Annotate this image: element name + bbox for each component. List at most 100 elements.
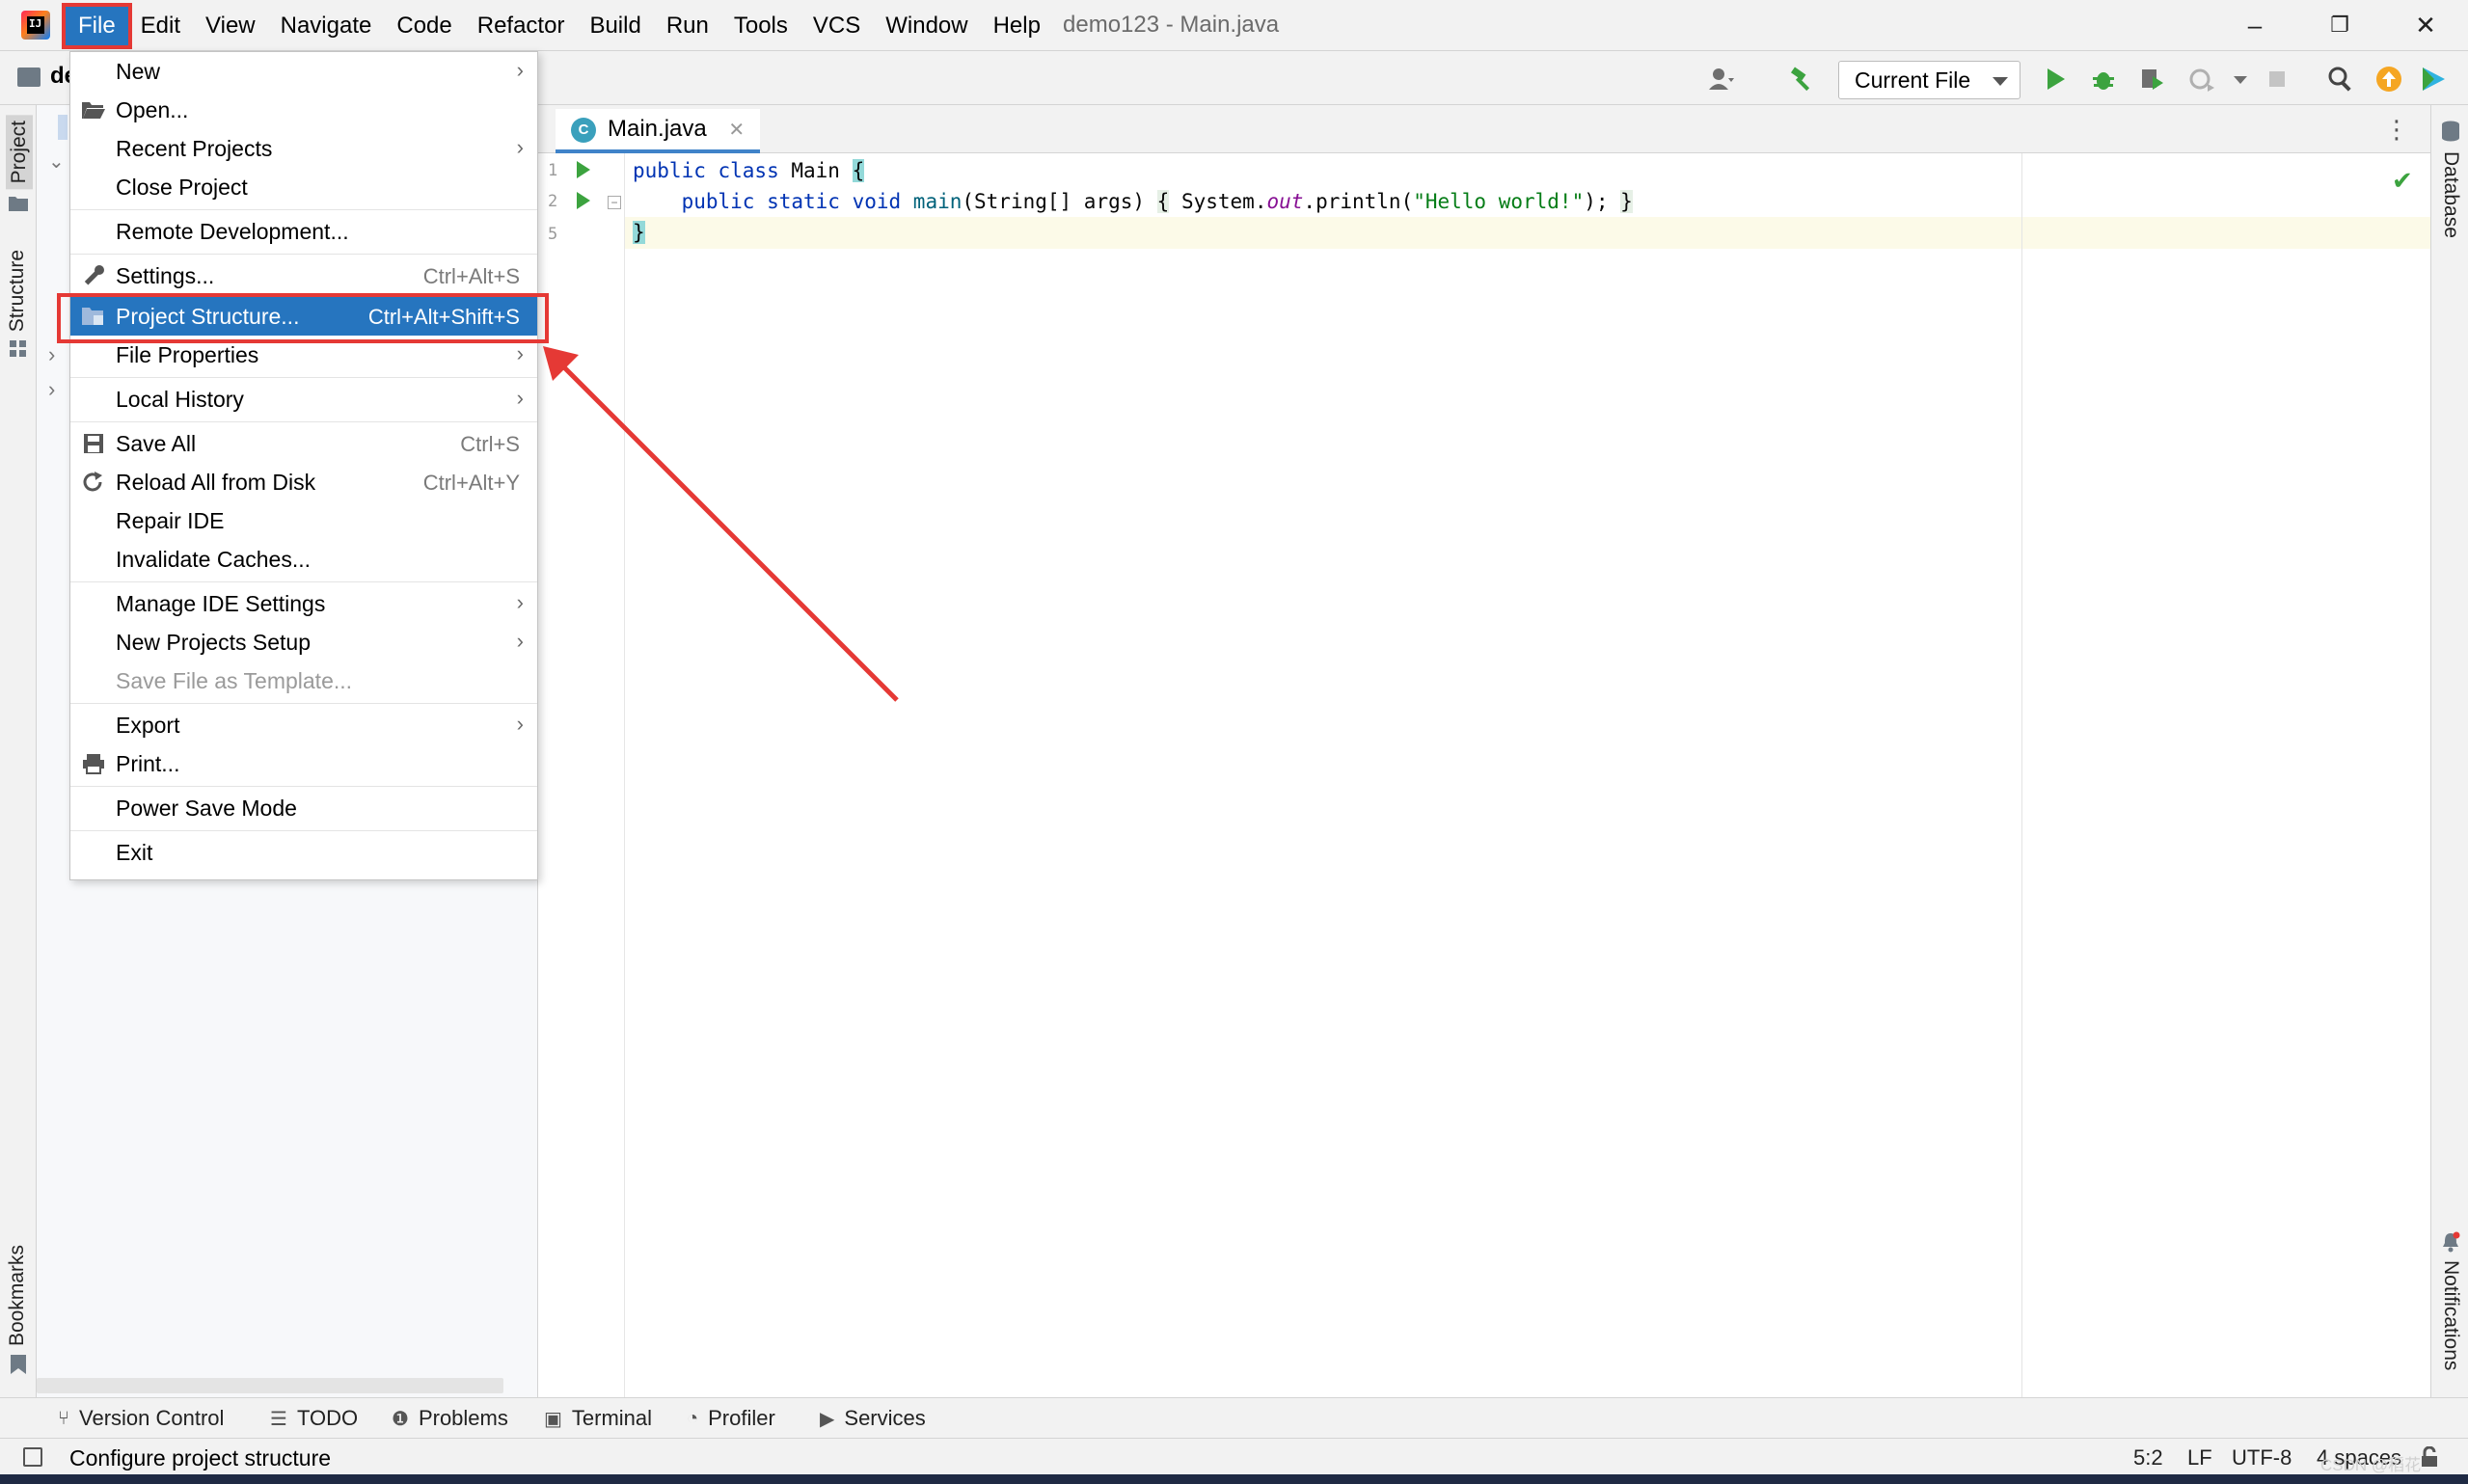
menu-run[interactable]: Run [654, 7, 721, 45]
file-menu-invalidate-caches[interactable]: Invalidate Caches... [70, 540, 537, 579]
file-menu-new-projects-setup[interactable]: New Projects Setup › [70, 623, 537, 661]
menu-file[interactable]: File [62, 2, 132, 49]
run-gutter-icon[interactable] [577, 161, 590, 178]
file-menu-new[interactable]: New › [70, 52, 537, 91]
file-menu-manage-ide-settings[interactable]: Manage IDE Settings › [70, 584, 537, 623]
close-tab-icon[interactable]: ✕ [728, 120, 745, 141]
more-run-chevron-icon[interactable] [2226, 65, 2255, 94]
file-menu-print[interactable]: Print... [70, 744, 537, 783]
code-editor[interactable]: public class Main { public static void m… [625, 153, 2430, 1397]
file-menu-repair-ide[interactable]: Repair IDE [70, 501, 537, 540]
lock-icon[interactable] [2419, 1446, 2440, 1468]
intellij-logo-icon[interactable]: IJ [21, 11, 50, 40]
editor-tab-main-java[interactable]: C Main.java ✕ [556, 109, 761, 153]
menu-vcs[interactable]: VCS [800, 7, 873, 45]
run-gutter-icon[interactable] [577, 192, 590, 209]
file-menu-recent-projects[interactable]: Recent Projects › [70, 129, 537, 168]
profiler-tool[interactable]: ◔ Profiler [687, 1406, 775, 1431]
menu-separator [70, 209, 537, 210]
right-margin-guide [2021, 153, 2022, 1397]
menu-edit[interactable]: Edit [128, 7, 193, 45]
menu-separator [70, 581, 537, 582]
notifications-tool-tab[interactable]: Notifications [2439, 1260, 2462, 1370]
line-number: 5 [548, 225, 558, 244]
bookmark-icon [11, 1355, 26, 1374]
file-menu-exit[interactable]: Exit [70, 833, 537, 872]
file-encoding[interactable]: UTF-8 [2232, 1445, 2292, 1471]
horizontal-scrollbar[interactable] [37, 1378, 503, 1393]
editor-tab-bar: C Main.java ✕ ⋮ [538, 105, 2430, 153]
file-menu-settings[interactable]: Settings... Ctrl+Alt+S [70, 256, 537, 295]
no-problems-check-icon[interactable]: ✔ [2392, 166, 2413, 196]
run-icon[interactable] [2041, 65, 2070, 94]
menu-code[interactable]: Code [384, 7, 464, 45]
chevron-down-icon [1993, 77, 2008, 86]
search-icon[interactable] [2326, 65, 2355, 94]
restore-button[interactable]: ❐ [2311, 6, 2369, 44]
status-message: Configure project structure [69, 1445, 332, 1471]
file-menu-save-all[interactable]: Save All Ctrl+S [70, 424, 537, 463]
structure-tool-tab[interactable]: Structure [6, 250, 29, 332]
services-tool[interactable]: ▶ Services [820, 1406, 926, 1431]
profile-icon[interactable] [2187, 65, 2216, 94]
run-configuration-select[interactable]: Current File [1838, 61, 2021, 99]
menu-separator [70, 830, 537, 831]
coverage-icon[interactable] [2137, 65, 2166, 94]
tree-node-icon [58, 115, 68, 140]
structure-icon [10, 340, 26, 357]
code-line-2: public static void main(String[] args) {… [681, 190, 1633, 213]
tree-collapse-chevron-icon[interactable]: › [48, 377, 55, 402]
debug-bug-icon[interactable] [2089, 65, 2118, 94]
status-bar: Configure project structure 5:2 LF UTF-8… [0, 1438, 2468, 1474]
menu-separator [70, 254, 537, 255]
terminal-tool[interactable]: ▣ Terminal [544, 1406, 652, 1431]
menu-refactor[interactable]: Refactor [465, 7, 578, 45]
file-menu-power-save-mode[interactable]: Power Save Mode [70, 789, 537, 827]
project-tool-tab[interactable]: Project [6, 115, 33, 190]
reload-icon [83, 472, 102, 492]
file-menu-reload-all[interactable]: Reload All from Disk Ctrl+Alt+Y [70, 463, 537, 501]
wrench-icon [84, 265, 104, 285]
list-icon: ☰ [270, 1408, 287, 1430]
menu-build[interactable]: Build [577, 7, 653, 45]
file-menu-close-project[interactable]: Close Project [70, 168, 537, 206]
more-options-icon[interactable]: ⋮ [2384, 117, 2409, 142]
line-separator[interactable]: LF [2187, 1445, 2212, 1471]
file-menu-export[interactable]: Export › [70, 706, 537, 744]
menu-navigate[interactable]: Navigate [268, 7, 385, 45]
chevron-right-icon: › [516, 712, 524, 736]
tree-collapse-chevron-icon[interactable]: › [48, 342, 55, 367]
caret-line-highlight [625, 217, 2430, 249]
services-icon: ▶ [820, 1408, 835, 1430]
print-icon [83, 754, 104, 774]
menu-window[interactable]: Window [873, 7, 980, 45]
title-bar: IJ File Edit View Navigate Code Refactor… [0, 0, 2468, 51]
menu-help[interactable]: Help [981, 7, 1053, 45]
watermark-text: CSDN @稻花 [2320, 1456, 2422, 1474]
annotation-highlight-box [57, 293, 549, 343]
menu-tools[interactable]: Tools [721, 7, 800, 45]
close-window-button[interactable]: ✕ [2397, 6, 2454, 44]
file-menu-remote-development[interactable]: Remote Development... [70, 212, 537, 251]
menu-separator [70, 377, 537, 378]
fold-icon[interactable]: − [608, 196, 621, 209]
caret-position[interactable]: 5:2 [2133, 1445, 2163, 1471]
todo-tool[interactable]: ☰ TODO [270, 1406, 358, 1431]
bookmarks-tool-tab[interactable]: Bookmarks [6, 1245, 29, 1346]
toggle-tool-windows-icon[interactable] [23, 1447, 42, 1467]
code-with-me-icon[interactable] [2419, 65, 2448, 94]
file-menu-open[interactable]: Open... [70, 91, 537, 129]
menu-view[interactable]: View [193, 7, 268, 45]
file-menu-local-history[interactable]: Local History › [70, 380, 537, 418]
problems-tool[interactable]: ❶ Problems [392, 1406, 508, 1431]
notifications-bell-icon [2443, 1231, 2460, 1253]
line-number: 1 [548, 161, 558, 180]
version-control-tool[interactable]: ⑂ Version Control [58, 1406, 224, 1431]
database-tool-tab[interactable]: Database [2439, 151, 2462, 238]
minimize-button[interactable]: – [2226, 6, 2284, 44]
update-icon[interactable] [2374, 65, 2403, 94]
stop-icon[interactable] [2263, 65, 2292, 94]
build-hammer-icon[interactable] [1788, 65, 1817, 94]
tree-expand-chevron-icon[interactable]: ⌄ [48, 149, 65, 174]
user-icon[interactable] [1707, 65, 1736, 94]
